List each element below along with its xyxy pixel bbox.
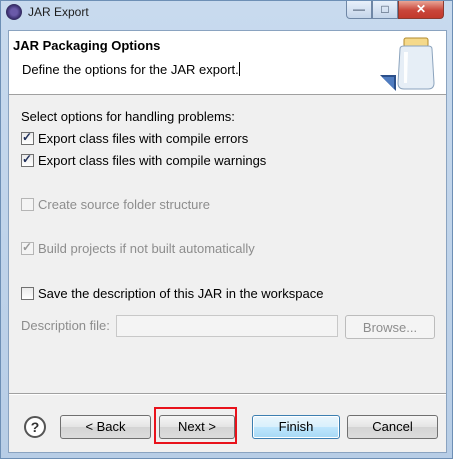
next-button-highlight <box>154 407 237 444</box>
title-bar[interactable]: JAR Export — □ ✕ <box>1 1 452 23</box>
wizard-banner: JAR Packaging Options Define the options… <box>9 31 446 95</box>
minimize-button[interactable]: — <box>346 1 372 19</box>
export-errors-label: Export class files with compile errors <box>38 130 249 146</box>
export-warnings-checkbox[interactable] <box>21 152 34 167</box>
problems-group-label: Select options for handling problems: <box>21 109 235 124</box>
source-folder-label: Create source folder structure <box>38 196 210 212</box>
description-file-input <box>116 315 338 337</box>
page-description: Define the options for the JAR export. <box>22 62 240 77</box>
source-folder-option: Create source folder structure <box>21 196 210 212</box>
window-title: JAR Export <box>28 5 89 19</box>
eclipse-icon <box>6 4 22 20</box>
export-errors-option[interactable]: Export class files with compile errors <box>21 130 248 146</box>
save-description-option[interactable]: Save the description of this JAR in the … <box>21 285 323 301</box>
build-projects-label: Build projects if not built automaticall… <box>38 240 255 256</box>
build-projects-option: Build projects if not built automaticall… <box>21 240 255 256</box>
save-description-label: Save the description of this JAR in the … <box>38 285 324 301</box>
export-warnings-option[interactable]: Export class files with compile warnings <box>21 152 266 168</box>
button-bar: ? < Back Next > Finish Cancel <box>9 395 446 453</box>
build-projects-checkbox <box>21 240 34 255</box>
export-warnings-label: Export class files with compile warnings <box>38 152 267 168</box>
save-description-checkbox[interactable] <box>21 286 34 300</box>
dialog-client-area: JAR Packaging Options Define the options… <box>8 30 447 453</box>
page-title: JAR Packaging Options <box>13 38 161 53</box>
description-file-label: Description file: <box>21 318 110 333</box>
options-panel: Select options for handling problems: Ex… <box>9 97 446 397</box>
jar-export-window: JAR Export — □ ✕ JAR Packaging Options D… <box>0 0 453 459</box>
close-button[interactable]: ✕ <box>398 1 444 19</box>
cancel-button[interactable]: Cancel <box>347 415 438 439</box>
finish-button[interactable]: Finish <box>252 415 340 439</box>
description-file-row: Description file: Browse... <box>21 315 437 339</box>
jar-icon <box>380 37 435 91</box>
browse-button: Browse... <box>345 315 435 339</box>
back-button[interactable]: < Back <box>60 415 151 439</box>
export-errors-checkbox[interactable] <box>21 130 34 145</box>
source-folder-checkbox <box>21 197 34 211</box>
maximize-button[interactable]: □ <box>372 1 398 19</box>
page-description-text: Define the options for the JAR export. <box>22 62 239 77</box>
help-icon[interactable]: ? <box>24 416 46 438</box>
